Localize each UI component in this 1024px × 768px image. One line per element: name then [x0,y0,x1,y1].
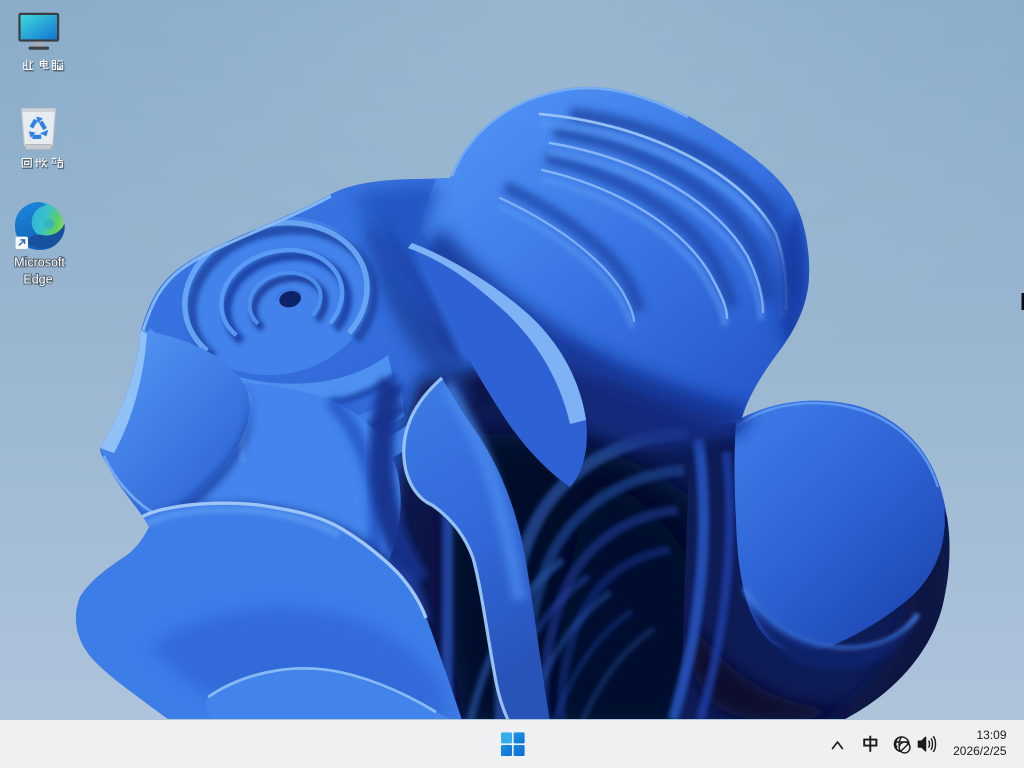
svg-text:Microsoft: Microsoft [14,256,65,270]
svg-text:Edge: Edge [23,273,52,287]
